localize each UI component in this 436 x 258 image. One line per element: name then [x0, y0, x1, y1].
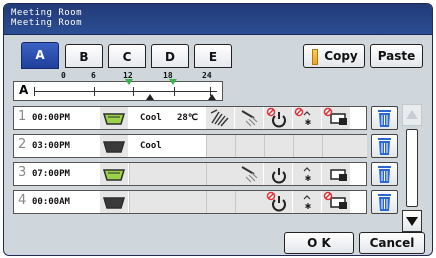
row-temperature: 28℃ [177, 113, 198, 123]
svg-text:✱: ✱ [305, 174, 312, 183]
schedule-row-4[interactable]: 4 00:00AM ✱ [13, 190, 367, 214]
schedule-timeline: 0 6 12 18 24 A [13, 71, 223, 102]
title-bar: Meeting Room Meeting Room [4, 4, 432, 35]
air-direction-icon [235, 107, 263, 129]
schedule-row-2[interactable]: 2 03:00PM Cool [13, 134, 367, 158]
copy-icon [312, 49, 318, 65]
timeline-tick [34, 87, 35, 96]
indoor-unit-off-icon [100, 191, 128, 213]
empty-slot [235, 191, 264, 213]
empty-slot [235, 135, 264, 157]
timeline-tick [174, 87, 175, 96]
on-off-stop-icon [264, 107, 292, 129]
timeline-tick [133, 87, 134, 96]
timeline-pattern-label: A [19, 83, 29, 97]
trash-icon [378, 138, 391, 155]
timeline-axis [34, 91, 217, 92]
hour-label-6: 6 [91, 71, 96, 80]
cancel-button[interactable]: Cancel [359, 232, 425, 254]
scroll-up-button[interactable] [402, 104, 422, 126]
hour-label-0: 0 [61, 71, 66, 80]
svg-text:✱: ✱ [305, 202, 312, 211]
indoor-unit-icon [100, 163, 128, 185]
mode-setting-icon: ✱ [293, 163, 321, 185]
remote-lock-icon [322, 107, 350, 129]
paste-button[interactable]: Paste [370, 44, 423, 68]
empty-slot [129, 163, 206, 185]
row-time: 03:00PM [32, 141, 70, 151]
indoor-unit-off-icon [100, 135, 128, 157]
indoor-unit-icon [100, 107, 128, 129]
timeline-on-marker [125, 79, 133, 85]
remote-controller-icon [322, 163, 350, 185]
schedule-row-3[interactable]: 3 07:00PM ✱ [13, 162, 367, 186]
empty-slot [293, 135, 322, 157]
schedule-row-1[interactable]: 1 00:00PM Cool 28℃ ✱ [13, 106, 367, 130]
copy-label: Copy [324, 49, 358, 63]
empty-slot [322, 135, 367, 157]
timeline-bar: A [13, 79, 223, 101]
remote-prohibit-icon: ✱ [293, 107, 321, 129]
empty-slot [206, 135, 235, 157]
mode-setting-icon: ✱ [293, 191, 321, 213]
trash-icon [378, 166, 391, 183]
tab-b[interactable]: B [65, 44, 103, 68]
tab-d[interactable]: D [151, 44, 189, 68]
timeline-off-marker [208, 94, 216, 100]
row-time: 00:00AM [32, 197, 70, 207]
tab-a[interactable]: A [21, 42, 59, 69]
on-off-icon [264, 163, 292, 185]
title-line-2: Meeting Room [11, 18, 83, 28]
delete-row-2-button[interactable] [371, 134, 398, 158]
remote-lock-icon [322, 191, 350, 213]
row-number: 1 [18, 109, 27, 124]
trash-icon [378, 110, 391, 127]
delete-row-3-button[interactable] [371, 162, 398, 186]
row-mode: Cool [140, 141, 162, 151]
ok-button[interactable]: O K [284, 232, 354, 254]
trash-icon [378, 194, 391, 211]
timeline-off-marker [146, 94, 154, 100]
hour-label-24: 24 [202, 71, 212, 80]
tab-c[interactable]: C [108, 44, 146, 68]
arrow-down-icon [406, 217, 418, 226]
row-number: 4 [18, 193, 27, 208]
svg-text:✱: ✱ [305, 118, 312, 127]
arrow-up-icon [406, 110, 418, 119]
empty-slot [206, 191, 235, 213]
row-number: 3 [18, 165, 27, 180]
scroll-down-button[interactable] [402, 210, 422, 232]
row-time: 07:00PM [32, 169, 70, 179]
empty-slot [264, 135, 293, 157]
copy-button[interactable]: Copy [303, 44, 365, 68]
timeline-tick [94, 87, 95, 96]
empty-slot [129, 191, 206, 213]
row-mode: Cool [140, 113, 162, 123]
title-line-1: Meeting Room [11, 8, 83, 18]
scrollbar-track[interactable] [406, 129, 418, 207]
air-direction-icon [235, 163, 263, 185]
empty-slot [206, 163, 235, 185]
row-time: 00:00PM [32, 113, 70, 123]
delete-row-1-button[interactable] [371, 106, 398, 130]
tab-e[interactable]: E [194, 44, 232, 68]
delete-row-4-button[interactable] [371, 190, 398, 214]
on-off-stop-icon [264, 191, 292, 213]
fan-speed-icon [206, 107, 234, 129]
row-number: 2 [18, 137, 27, 152]
timeline-on-marker [169, 79, 177, 85]
